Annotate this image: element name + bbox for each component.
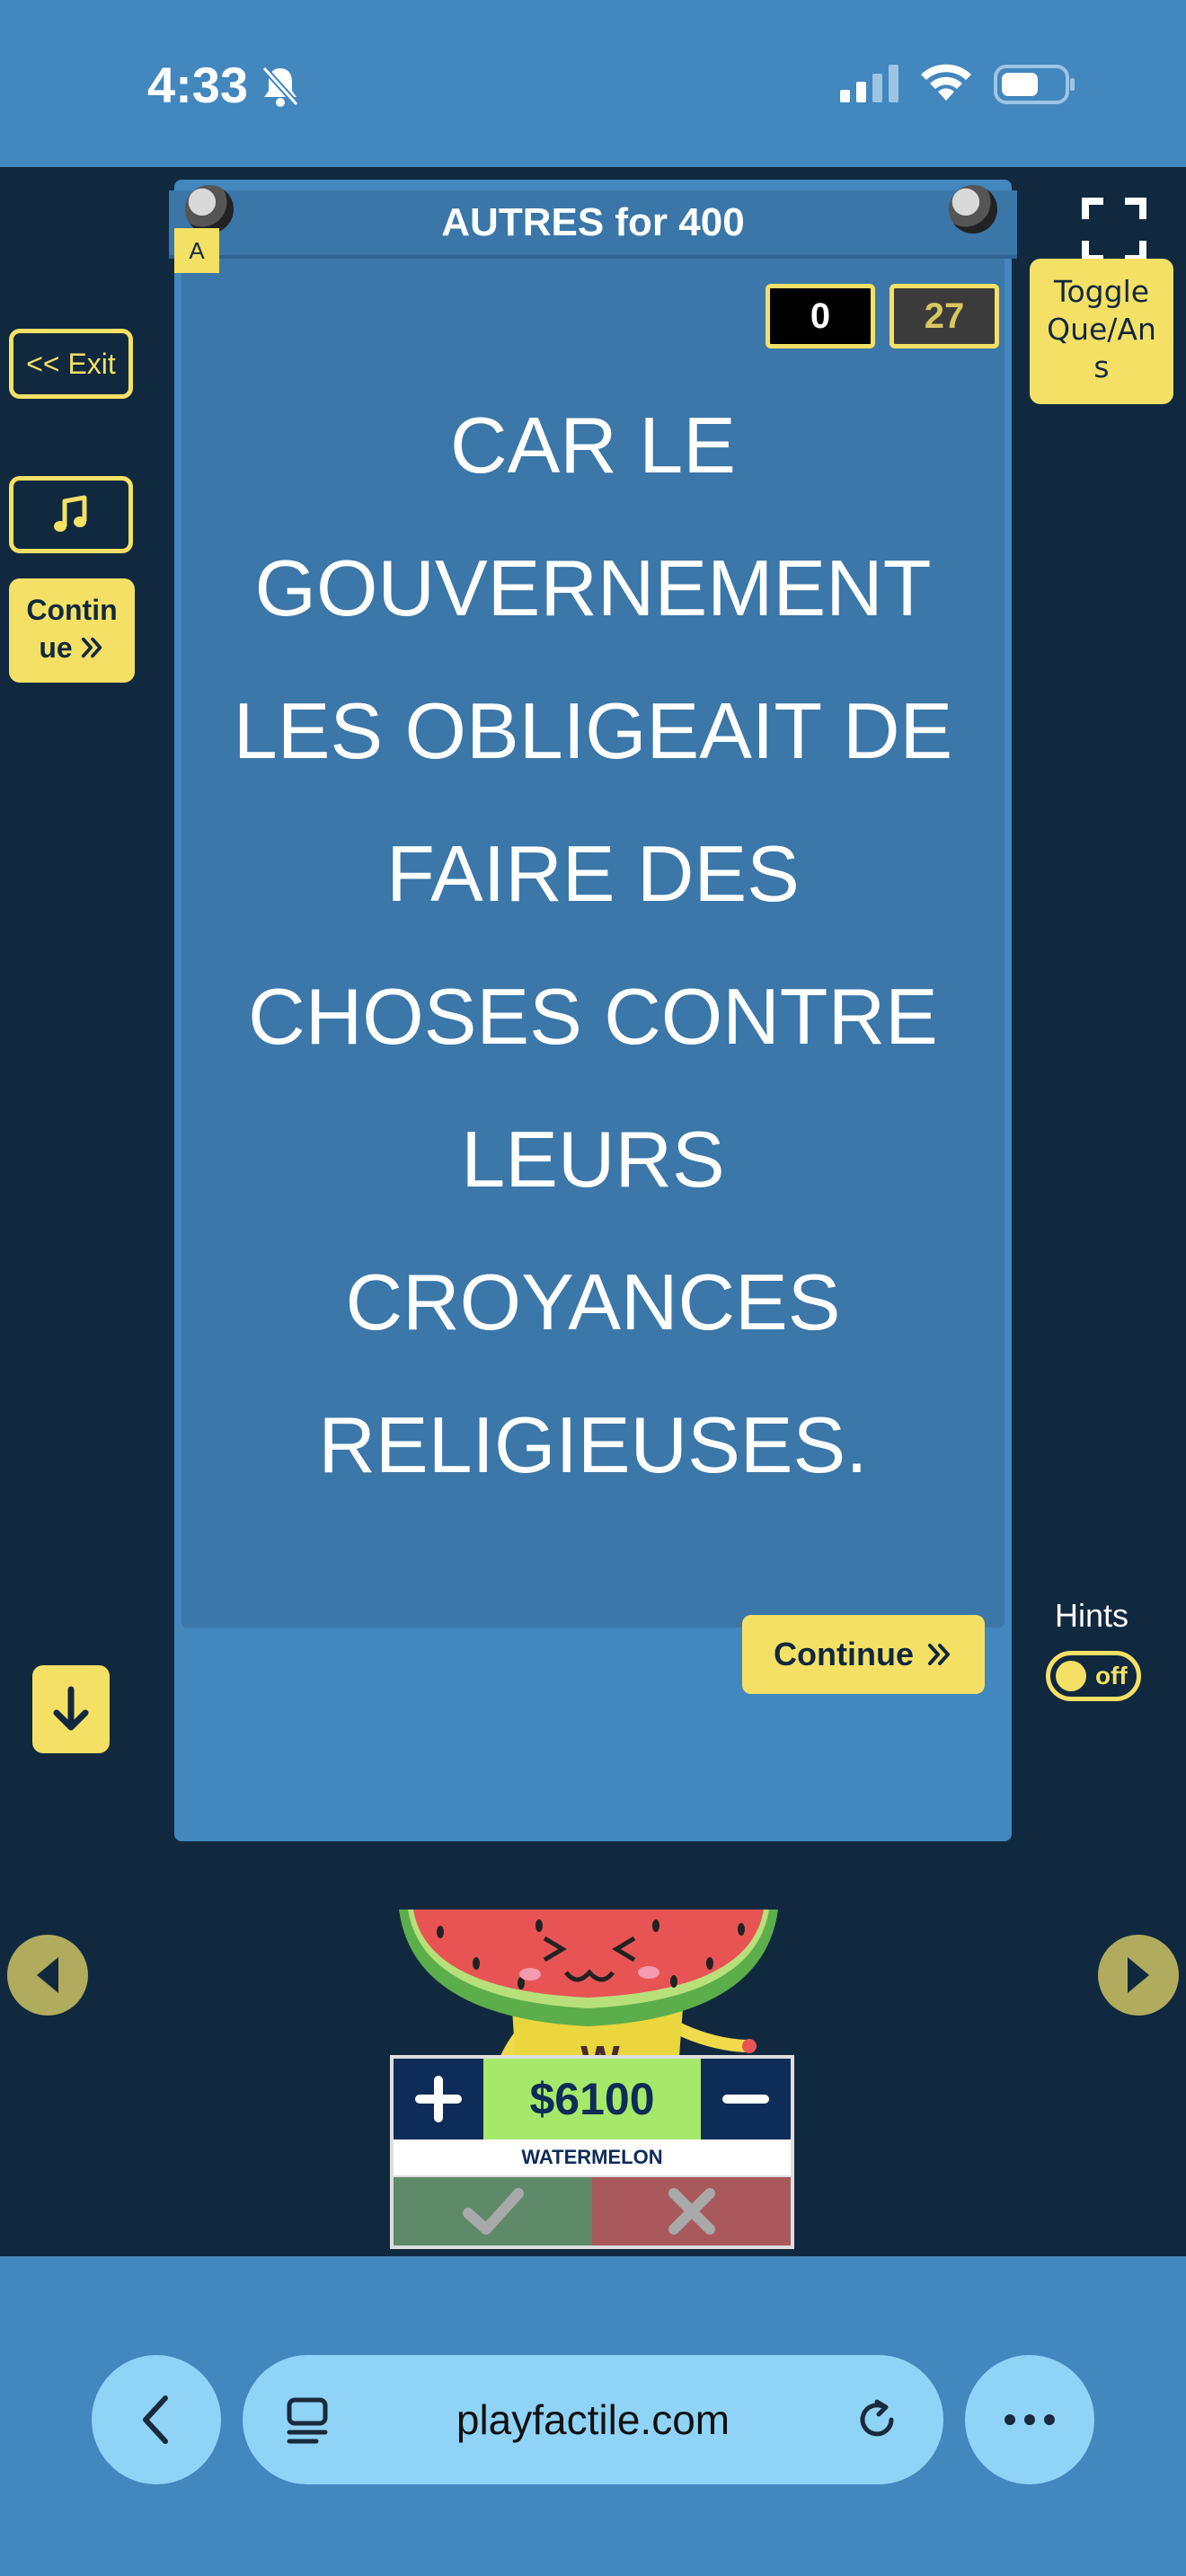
url-text: playfactile.com: [456, 2396, 730, 2443]
arrow-down-icon: [53, 1686, 89, 1731]
team-score-panel: $6100 WATERMELON: [390, 2055, 794, 2249]
cellular-signal-icon: [840, 65, 898, 102]
add-points-button[interactable]: [394, 2059, 483, 2139]
next-team-button[interactable]: [1098, 1935, 1179, 2016]
toggle-question-answer-button[interactable]: Toggle Que/An s: [1030, 259, 1173, 404]
exit-button[interactable]: << Exit: [9, 329, 133, 399]
question-line: RELIGIEUSES.: [318, 1400, 868, 1489]
mark-incorrect-button[interactable]: [592, 2177, 791, 2245]
pin-icon: [949, 185, 997, 234]
previous-team-button[interactable]: [7, 1935, 88, 2016]
question-line: LES OBLIGEAIT DE: [233, 686, 953, 775]
game-area: AUTRES for 400 A 0 27 CAR LE GOUVERNEMEN…: [0, 167, 1186, 2256]
question-line: CAR LE: [450, 401, 736, 490]
continue-button[interactable]: Continue: [742, 1615, 985, 1694]
more-options-button[interactable]: [965, 2355, 1094, 2484]
question-line: FAIRE DES: [386, 829, 800, 918]
toggle-label-line3: s: [1093, 349, 1110, 384]
double-chevron-right-icon: [81, 637, 102, 658]
chevron-left-icon: [143, 2395, 168, 2444]
browser-toolbar: playfactile.com: [0, 2256, 1186, 2576]
double-chevron-right-icon: [927, 1644, 950, 1665]
question-line: CROYANCES: [345, 1257, 841, 1346]
fullscreen-icon[interactable]: [1080, 196, 1148, 264]
score-counter-left: 0: [766, 284, 875, 348]
music-button[interactable]: [9, 476, 133, 553]
question-line: LEURS: [461, 1115, 725, 1204]
status-bar: 4:33: [0, 0, 1186, 167]
question-line: GOUVERNEMENT: [254, 543, 932, 632]
continue-side-button[interactable]: Contin ue: [9, 578, 135, 683]
question-text: CAR LE GOUVERNEMENT LES OBLIGEAIT DE FAI…: [198, 374, 988, 1516]
plus-icon: [415, 2076, 462, 2122]
card-header: AUTRES for 400: [169, 190, 1017, 259]
triangle-left-icon: [37, 1957, 58, 1993]
toggle-label-line1: Toggle: [1053, 274, 1150, 309]
checkmark-icon: [462, 2188, 524, 2235]
address-bar[interactable]: playfactile.com: [243, 2355, 943, 2484]
toggle-label-line2: Que/An: [1047, 312, 1156, 347]
question-line: CHOSES CONTRE: [248, 972, 938, 1061]
continue-side-label-line1: Contin: [26, 594, 118, 626]
minus-icon: [722, 2095, 769, 2104]
pin-icon: [185, 185, 234, 234]
card-badge: A: [174, 228, 219, 273]
x-icon: [668, 2188, 715, 2235]
continue-side-label-line2: ue: [39, 631, 73, 664]
hints-label: Hints: [1054, 1597, 1129, 1634]
battery-icon: [994, 65, 1075, 104]
hints-toggle[interactable]: off: [1046, 1651, 1141, 1701]
browser-back-button[interactable]: [92, 2355, 221, 2484]
toggle-knob: [1056, 1661, 1086, 1691]
card-header-title: AUTRES for 400: [441, 200, 745, 244]
ellipsis-icon: [1005, 2414, 1055, 2425]
timer-counter: 27: [890, 284, 999, 348]
team-name: WATERMELON: [394, 2139, 791, 2177]
hints-state: off: [1095, 1662, 1128, 1689]
team-score: $6100: [483, 2059, 701, 2139]
music-note-icon: [54, 495, 87, 532]
triangle-right-icon: [1128, 1957, 1149, 1993]
reload-icon[interactable]: [850, 2393, 904, 2447]
subtract-points-button[interactable]: [701, 2059, 791, 2139]
status-time: 4:33: [147, 57, 249, 113]
bell-slash-icon: [261, 66, 299, 107]
mark-correct-button[interactable]: [394, 2177, 592, 2245]
wifi-icon: [921, 64, 971, 101]
scroll-down-button[interactable]: [32, 1665, 110, 1753]
continue-label: Continue: [774, 1636, 914, 1672]
